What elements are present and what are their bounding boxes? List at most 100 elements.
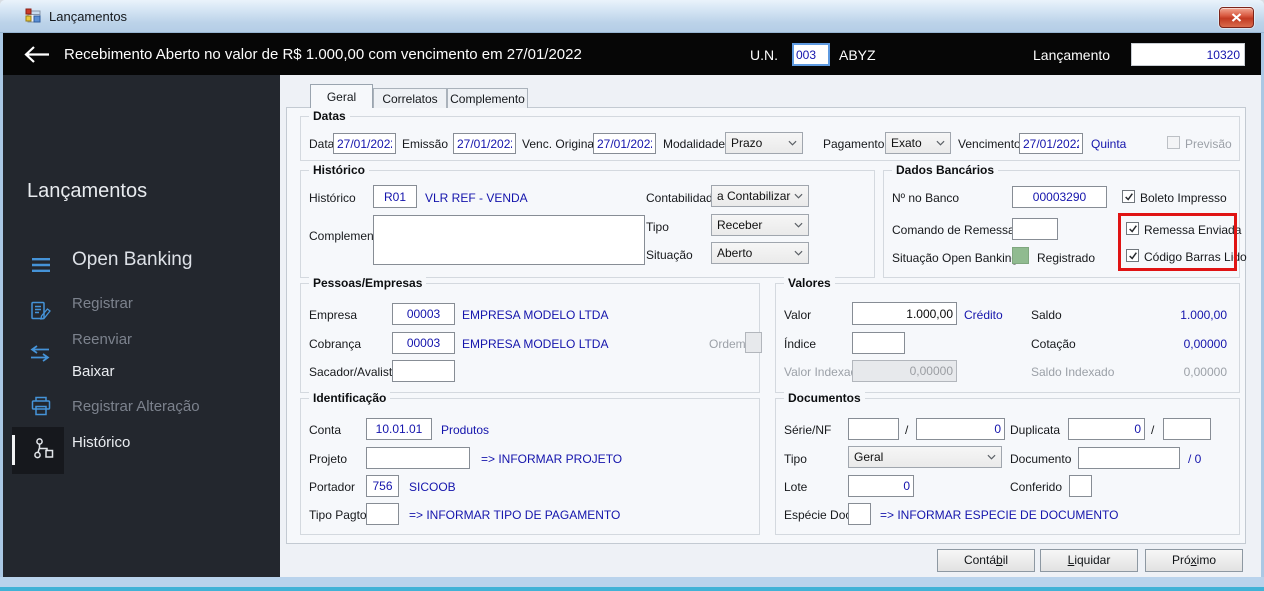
vencimento-input[interactable] xyxy=(1019,133,1083,154)
sacador-avalista-label: Sacador/Avalista xyxy=(309,365,399,379)
saldo-indexado-label: Saldo Indexado xyxy=(1031,365,1115,379)
modalidade-select[interactable]: Prazo xyxy=(725,132,803,154)
check-icon xyxy=(1124,192,1133,201)
contabil-button[interactable]: Contábil xyxy=(937,549,1035,572)
no-banco-input[interactable] xyxy=(1012,186,1107,208)
duplicata-input[interactable] xyxy=(1068,418,1145,440)
serie-nf-label: Série/NF xyxy=(784,423,832,437)
duplicata-separator: / xyxy=(1151,423,1155,437)
group-identificacao: Identificação Conta Produtos Projeto => … xyxy=(300,391,760,535)
serie-input[interactable] xyxy=(848,418,899,440)
resend-arrows-icon xyxy=(30,345,50,362)
lancamento-number-input[interactable] xyxy=(1131,43,1245,66)
record-header: Recebimento Aberto no valor de R$ 1.000,… xyxy=(3,33,1261,75)
vencimento-weekday: Quinta xyxy=(1091,137,1127,151)
valor-indexado-input[interactable] xyxy=(852,360,957,382)
sidebar-item-baixar[interactable]: Baixar xyxy=(72,363,115,380)
pagamento-value: Exato xyxy=(891,136,922,150)
documento-input[interactable] xyxy=(1078,447,1180,469)
ordem-input[interactable] xyxy=(745,332,762,353)
serie-nf-separator: / xyxy=(905,423,909,437)
lote-input[interactable] xyxy=(848,475,914,497)
un-input[interactable] xyxy=(792,43,830,66)
sidebar-title: Lançamentos xyxy=(27,180,148,202)
tipo-select[interactable]: Receber xyxy=(711,214,809,236)
boleto-impresso-label: Boleto Impresso xyxy=(1140,191,1227,205)
situacao-label: Situação xyxy=(646,248,693,262)
boleto-impresso-checkbox[interactable] xyxy=(1122,190,1135,203)
group-valores: Valores Valor Crédito Saldo 1.000,00 Índ… xyxy=(775,276,1240,393)
liquidar-button[interactable]: Liquidar xyxy=(1040,549,1138,572)
sidebar-item-registrar-alteracao[interactable]: Registrar Alteração xyxy=(72,398,200,415)
sidebar-active-indicator xyxy=(12,435,15,465)
tipo-pagto-input[interactable] xyxy=(366,503,399,525)
valor-input[interactable] xyxy=(852,302,957,325)
venc-original-input[interactable] xyxy=(593,133,656,154)
emissao-label: Emissão xyxy=(402,137,449,151)
back-button[interactable] xyxy=(23,45,50,69)
group-pessoas-empresas: Pessoas/Empresas Empresa EMPRESA MODELO … xyxy=(300,276,762,393)
documento-label: Documento xyxy=(1010,452,1072,466)
projeto-label: Projeto xyxy=(309,452,348,466)
conferido-input[interactable] xyxy=(1069,475,1092,497)
close-button[interactable] xyxy=(1219,7,1254,28)
group-documentos: Documentos Série/NF / Duplicata / Tipo G… xyxy=(775,391,1240,535)
cotacao-label: Cotação xyxy=(1031,337,1076,351)
group-dados-bancarios: Dados Bancários Nº no Banco Boleto Impre… xyxy=(883,163,1247,278)
sidebar-section-open-banking: Open Banking xyxy=(72,249,193,270)
credito-label: Crédito xyxy=(964,308,1003,322)
portador-input[interactable] xyxy=(366,475,399,497)
sidebar-item-reenviar[interactable]: Reenviar xyxy=(72,331,132,348)
venc-original-label: Venc. Original xyxy=(522,137,597,151)
proximo-button[interactable]: Próximo xyxy=(1145,549,1243,572)
situacao-select[interactable]: Aberto xyxy=(711,242,809,264)
window-left-border xyxy=(0,33,3,577)
sidebar-item-registrar[interactable]: Registrar xyxy=(72,295,133,312)
comando-remessa-input[interactable] xyxy=(1012,218,1058,240)
emissao-input[interactable] xyxy=(453,133,516,154)
un-code-name: ABYZ xyxy=(839,47,876,63)
indice-input[interactable] xyxy=(852,332,905,354)
portador-description: SICOOB xyxy=(409,480,456,494)
cobranca-name: EMPRESA MODELO LTDA xyxy=(462,337,609,351)
indice-label: Índice xyxy=(784,337,817,351)
complemento-textarea[interactable] xyxy=(373,215,645,265)
tab-complemento[interactable]: Complemento xyxy=(447,88,528,108)
tipo-documento-select[interactable]: Geral xyxy=(848,446,1002,468)
data-input[interactable] xyxy=(333,133,396,154)
especie-doc-input[interactable] xyxy=(848,503,871,525)
contabilidade-select[interactable]: a Contabilizar xyxy=(711,185,809,207)
pagamento-select[interactable]: Exato xyxy=(885,132,951,154)
hamburger-icon[interactable] xyxy=(31,257,51,273)
sacador-avalista-input[interactable] xyxy=(392,360,455,382)
cobranca-label: Cobrança xyxy=(309,337,362,351)
previsao-checkbox[interactable] xyxy=(1167,136,1180,149)
cobranca-code-input[interactable] xyxy=(392,332,455,354)
empresa-code-input[interactable] xyxy=(392,303,455,325)
saldo-label: Saldo xyxy=(1031,308,1062,322)
tipo-documento-label: Tipo xyxy=(784,452,807,466)
sidebar-item-historico[interactable]: Histórico xyxy=(72,434,130,451)
duplicata-extra-input[interactable] xyxy=(1163,418,1211,440)
situacao-value: Aberto xyxy=(717,246,753,260)
projeto-input[interactable] xyxy=(366,447,470,469)
conta-input[interactable] xyxy=(366,418,432,440)
group-historico: Histórico Histórico VLR REF - VENDA Comp… xyxy=(300,163,875,278)
tab-geral[interactable]: Geral xyxy=(310,84,373,108)
nf-input[interactable] xyxy=(916,418,1005,440)
tab-correlatos[interactable]: Correlatos xyxy=(373,88,447,108)
saldo-indexado-value: 0,00000 xyxy=(1183,365,1227,379)
historico-code-input[interactable] xyxy=(373,185,417,208)
situacao-open-banking-status: Registrado xyxy=(1037,251,1096,265)
tipo-value: Receber xyxy=(717,218,763,232)
situacao-open-banking-label: Situação Open Banking xyxy=(892,251,1019,265)
printer-icon xyxy=(31,396,51,416)
tipo-documento-value: Geral xyxy=(854,450,884,464)
history-flow-icon xyxy=(34,438,54,459)
vencimento-label: Vencimento xyxy=(958,137,1021,151)
back-arrow-icon xyxy=(24,46,49,63)
un-label: U.N. xyxy=(750,47,778,63)
chevron-down-icon xyxy=(987,454,996,460)
group-identificacao-title: Identificação xyxy=(309,391,391,405)
chevron-down-icon xyxy=(794,222,803,228)
